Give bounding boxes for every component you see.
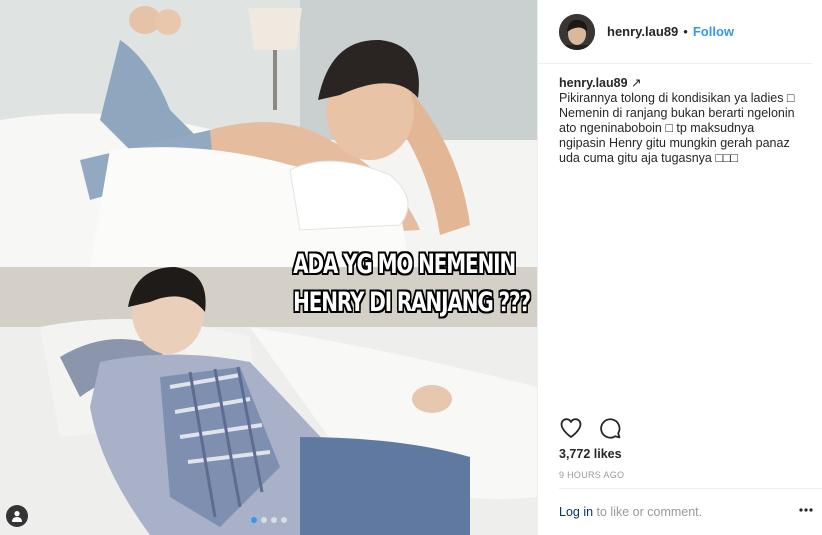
carousel-dot[interactable] <box>270 517 277 523</box>
header-username[interactable]: henry.lau89 <box>607 24 678 39</box>
carousel-dot[interactable] <box>260 517 267 523</box>
meme-caption-line-2: HENRY DI RANJANG ??? <box>293 287 531 318</box>
carousel-dot[interactable] <box>250 517 257 523</box>
post-sidebar: henry.lau89 • Follow henry.lau89 ↗ Pikir… <box>537 0 822 535</box>
user-tag-icon[interactable] <box>6 505 28 527</box>
header-separator: • <box>683 24 688 39</box>
avatar[interactable] <box>559 13 595 50</box>
follow-button[interactable]: Follow <box>693 24 734 39</box>
photo-top <box>0 0 537 267</box>
more-options-icon[interactable] <box>799 507 813 513</box>
meme-caption: ADA YG MO NEMENIN HENRY DI RANJANG ??? <box>258 246 531 322</box>
footer-divider <box>559 488 822 489</box>
post-media[interactable]: ADA YG MO NEMENIN HENRY DI RANJANG ??? <box>0 0 537 535</box>
login-link[interactable]: Log in <box>559 505 593 519</box>
caption-text: Pikirannya tolong di kondisikan ya ladie… <box>559 91 799 165</box>
action-bar <box>559 416 622 440</box>
login-prompt: Log in to like or comment. <box>559 505 702 519</box>
instagram-post: ADA YG MO NEMENIN HENRY DI RANJANG ??? h… <box>0 0 822 535</box>
carousel-indicator <box>0 517 537 523</box>
caption-badge-icon: ↗ <box>631 76 642 90</box>
caption-username[interactable]: henry.lau89 <box>559 76 628 90</box>
post-caption: henry.lau89 ↗ Pikirannya tolong di kondi… <box>538 64 822 166</box>
meme-caption-line-1: ADA YG MO NEMENIN <box>293 249 516 280</box>
post-header: henry.lau89 • Follow <box>538 0 812 64</box>
post-timestamp[interactable]: 9 HOURS AGO <box>559 470 624 480</box>
heart-icon[interactable] <box>559 416 583 440</box>
login-prompt-text: to like or comment. <box>593 505 703 519</box>
carousel-dot[interactable] <box>280 517 287 523</box>
likes-count[interactable]: 3,772 likes <box>559 447 622 461</box>
comment-icon[interactable] <box>598 416 622 440</box>
